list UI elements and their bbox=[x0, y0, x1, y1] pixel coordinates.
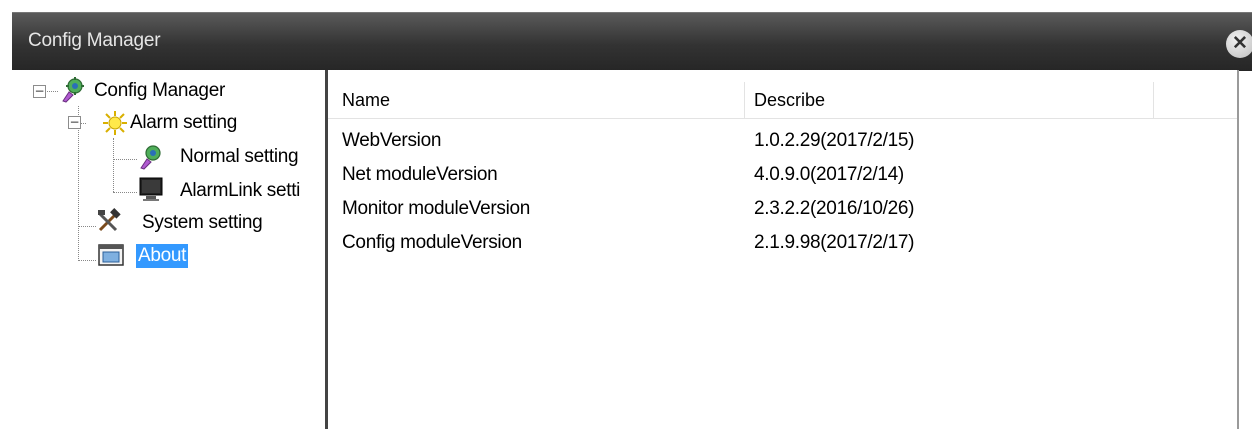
alarm-sun-icon bbox=[102, 110, 128, 136]
tree-item-system-setting[interactable]: System setting bbox=[140, 208, 264, 238]
tree-item-label: Alarm setting bbox=[130, 112, 237, 133]
about-window-icon bbox=[98, 242, 124, 268]
window-titlebar: Config Manager bbox=[12, 12, 1252, 71]
cell-name: Config moduleVersion bbox=[342, 232, 522, 253]
panel-border bbox=[1237, 70, 1239, 429]
cell-describe: 2.3.2.2(2016/10/26) bbox=[754, 198, 915, 219]
cell-describe: 2.1.9.98(2017/2/17) bbox=[754, 232, 915, 253]
window-title: Config Manager bbox=[28, 30, 161, 51]
close-button[interactable]: ✕ bbox=[1226, 30, 1252, 58]
column-divider[interactable] bbox=[1153, 82, 1154, 118]
tree-item-label: Normal setting bbox=[180, 146, 299, 167]
gear-lock-icon bbox=[60, 77, 86, 103]
version-list[interactable]: Name Describe WebVersion 1.0.2.29(2017/2… bbox=[328, 70, 1238, 429]
monitor-icon bbox=[138, 176, 164, 202]
list-header: Name Describe bbox=[328, 82, 1238, 119]
cell-describe: 1.0.2.29(2017/2/15) bbox=[754, 130, 915, 151]
tree-item-normal-setting[interactable]: Normal setting bbox=[178, 142, 300, 172]
column-divider[interactable] bbox=[744, 82, 745, 118]
tree-item-label: System setting bbox=[142, 212, 263, 233]
close-icon: ✕ bbox=[1232, 33, 1248, 54]
tree-item-label: AlarmLink setti bbox=[180, 180, 301, 201]
cell-name: Monitor moduleVersion bbox=[342, 198, 531, 219]
tree-item-config-manager[interactable]: Config Manager bbox=[92, 76, 227, 106]
table-row[interactable]: WebVersion 1.0.2.29(2017/2/15) bbox=[328, 124, 1228, 158]
column-header-name[interactable]: Name bbox=[342, 90, 390, 111]
column-header-describe[interactable]: Describe bbox=[754, 90, 825, 111]
cell-name: Net moduleVersion bbox=[342, 164, 498, 185]
tree-item-alarm-setting[interactable]: Alarm setting bbox=[128, 108, 239, 138]
table-row[interactable]: Monitor moduleVersion 2.3.2.2(2016/10/26… bbox=[328, 192, 1228, 226]
table-row[interactable]: Net moduleVersion 4.0.9.0(2017/2/14) bbox=[328, 158, 1228, 192]
tree-expander-alarm[interactable]: − bbox=[68, 116, 81, 129]
gear-lock-icon bbox=[138, 144, 164, 170]
tree-expander-root[interactable]: − bbox=[33, 85, 46, 98]
tree-item-about[interactable]: About bbox=[136, 241, 189, 271]
table-row[interactable]: Config moduleVersion 2.1.9.98(2017/2/17) bbox=[328, 226, 1228, 260]
tree-panel[interactable]: − Config Manager − Alarm setting Normal … bbox=[12, 70, 325, 429]
tree-item-alarmlink-setting[interactable]: AlarmLink setti bbox=[178, 176, 302, 206]
cell-name: WebVersion bbox=[342, 130, 442, 151]
tree-item-label: Config Manager bbox=[94, 80, 225, 101]
tree-item-label: About bbox=[136, 244, 189, 268]
cell-describe: 4.0.9.0(2017/2/14) bbox=[754, 164, 904, 185]
tools-icon bbox=[96, 208, 122, 234]
